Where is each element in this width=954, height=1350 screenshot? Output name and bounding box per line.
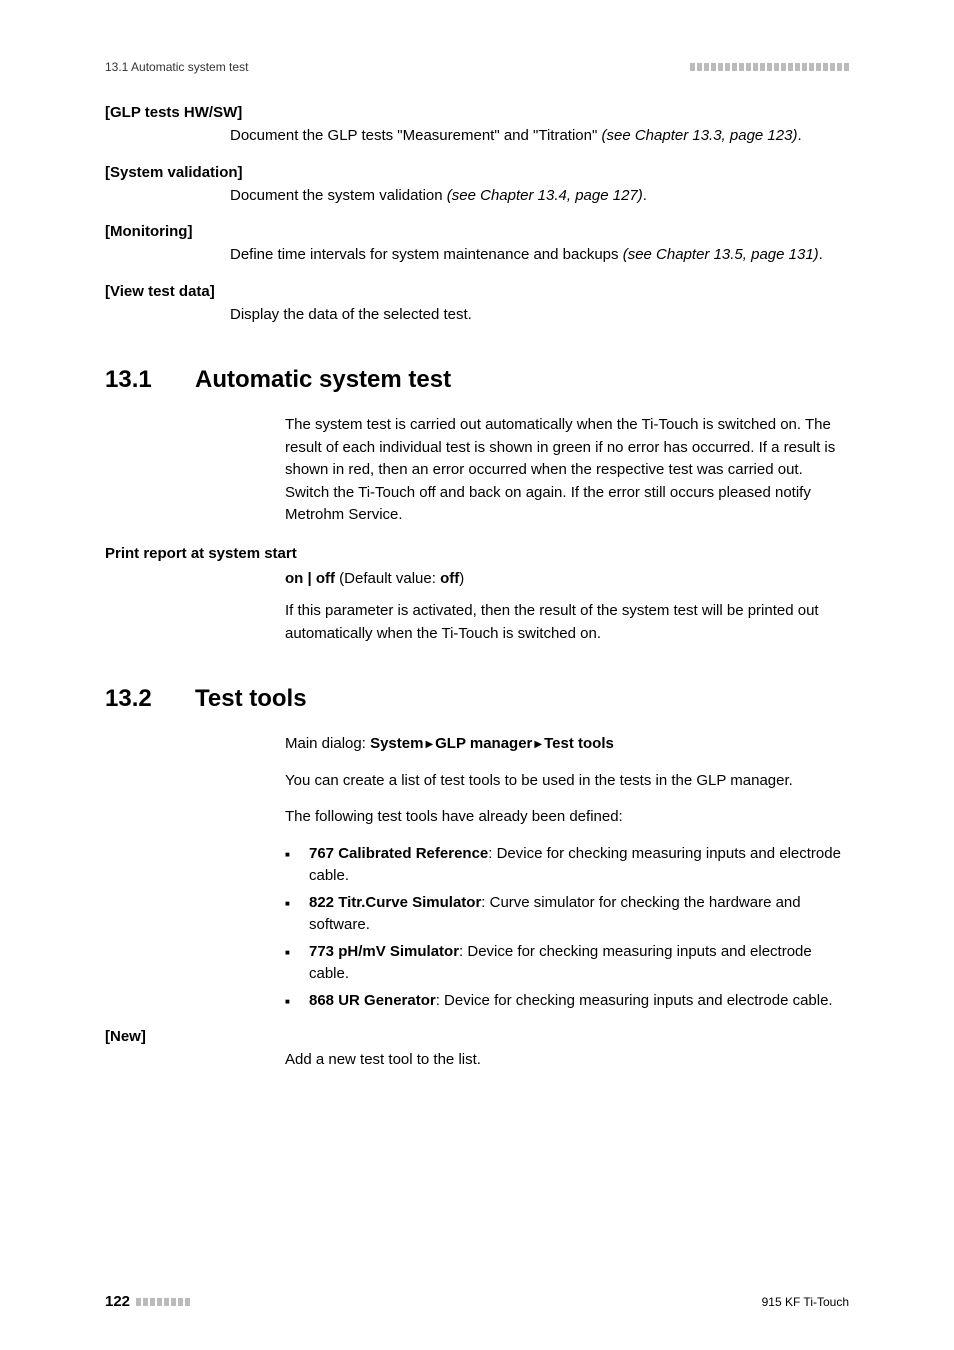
def-term: [New] [105, 1028, 849, 1045]
footer-product: 915 KF Ti-Touch [762, 1295, 849, 1309]
def-new: [New] Add a new test tool to the list. [105, 1028, 849, 1072]
param-val-bold1: on | off [285, 570, 335, 587]
section-13-1-heading: 13.1 Automatic system test [105, 366, 849, 394]
def-term: [View test data] [105, 283, 849, 300]
list-item: 822 Titr.Curve Simulator: Curve simulato… [285, 892, 849, 937]
sec132-p2: The following test tools have already be… [285, 806, 849, 829]
def-monitoring: [Monitoring] Define time intervals for s… [105, 223, 849, 267]
param-val-bold2: off [440, 570, 459, 587]
section-num: 13.2 [105, 685, 165, 713]
main-dialog-line: Main dialog: System▶GLP manager▶Test too… [285, 733, 849, 756]
def-desc: Display the data of the selected test. [230, 304, 849, 327]
desc-italic: (see Chapter 13.4, page 127) [447, 187, 643, 204]
sec131-p1: The system test is carried out automatic… [285, 414, 849, 527]
item-bold: 868 UR Generator [309, 992, 436, 1009]
main-dialog-b3: Test tools [544, 735, 614, 752]
param-value: on | off (Default value: off) [285, 568, 849, 591]
item-bold: 773 pH/mV Simulator [309, 943, 459, 960]
item-bold: 822 Titr.Curve Simulator [309, 894, 481, 911]
triangle-icon: ▶ [534, 737, 542, 752]
param-desc: If this parameter is activated, then the… [285, 600, 849, 645]
desc-post: . [643, 187, 647, 204]
section-title: Automatic system test [195, 366, 451, 394]
desc-pre: Document the system validation [230, 187, 447, 204]
def-desc: Document the system validation (see Chap… [230, 185, 849, 208]
page-footer: 122 915 KF Ti-Touch [105, 1293, 849, 1310]
def-term: [GLP tests HW/SW] [105, 104, 849, 121]
triangle-icon: ▶ [425, 737, 433, 752]
def-system-validation: [System validation] Document the system … [105, 164, 849, 208]
main-dialog-b2: GLP manager [435, 735, 532, 752]
def-term: [System validation] [105, 164, 849, 181]
item-rest: : Device for checking measuring inputs a… [436, 992, 833, 1009]
desc-post: . [819, 246, 823, 263]
desc-italic: (see Chapter 13.5, page 131) [623, 246, 819, 263]
header-section-label: 13.1 Automatic system test [105, 60, 248, 74]
list-item: 767 Calibrated Reference: Device for che… [285, 843, 849, 888]
page-number: 122 [105, 1293, 130, 1310]
section-title: Test tools [195, 685, 307, 713]
main-dialog-b1: System [370, 735, 423, 752]
def-desc: Document the GLP tests "Measurement" and… [230, 125, 849, 148]
param-val-mid: (Default value: [335, 570, 440, 587]
footer-decoration [136, 1298, 190, 1306]
def-desc: Define time intervals for system mainten… [230, 244, 849, 267]
def-desc: Add a new test tool to the list. [285, 1049, 849, 1072]
list-item: 868 UR Generator: Device for checking me… [285, 990, 849, 1013]
def-glp-tests: [GLP tests HW/SW] Document the GLP tests… [105, 104, 849, 148]
footer-left: 122 [105, 1293, 190, 1310]
param-val-post: ) [459, 570, 464, 587]
test-tools-list: 767 Calibrated Reference : Device for che… [285, 843, 849, 1013]
def-view-test-data: [View test data] Display the data of the… [105, 283, 849, 327]
def-term: [Monitoring] [105, 223, 849, 240]
desc-pre: Define time intervals for system mainten… [230, 246, 623, 263]
desc-post: . [797, 127, 801, 144]
section-num: 13.1 [105, 366, 165, 394]
desc-italic: (see Chapter 13.3, page 123) [601, 127, 797, 144]
param-name: Print report at system start [105, 545, 849, 562]
desc-pre: Document the GLP tests "Measurement" and… [230, 127, 601, 144]
main-dialog-pre: Main dialog: [285, 735, 370, 752]
list-item: 773 pH/mV Simulator: Device for checking… [285, 941, 849, 986]
header-decoration [690, 63, 849, 71]
item-bold: 767 Calibrated Reference [309, 845, 488, 862]
page-header: 13.1 Automatic system test [105, 60, 849, 74]
section-13-2-heading: 13.2 Test tools [105, 685, 849, 713]
sec132-p1: You can create a list of test tools to b… [285, 770, 849, 793]
